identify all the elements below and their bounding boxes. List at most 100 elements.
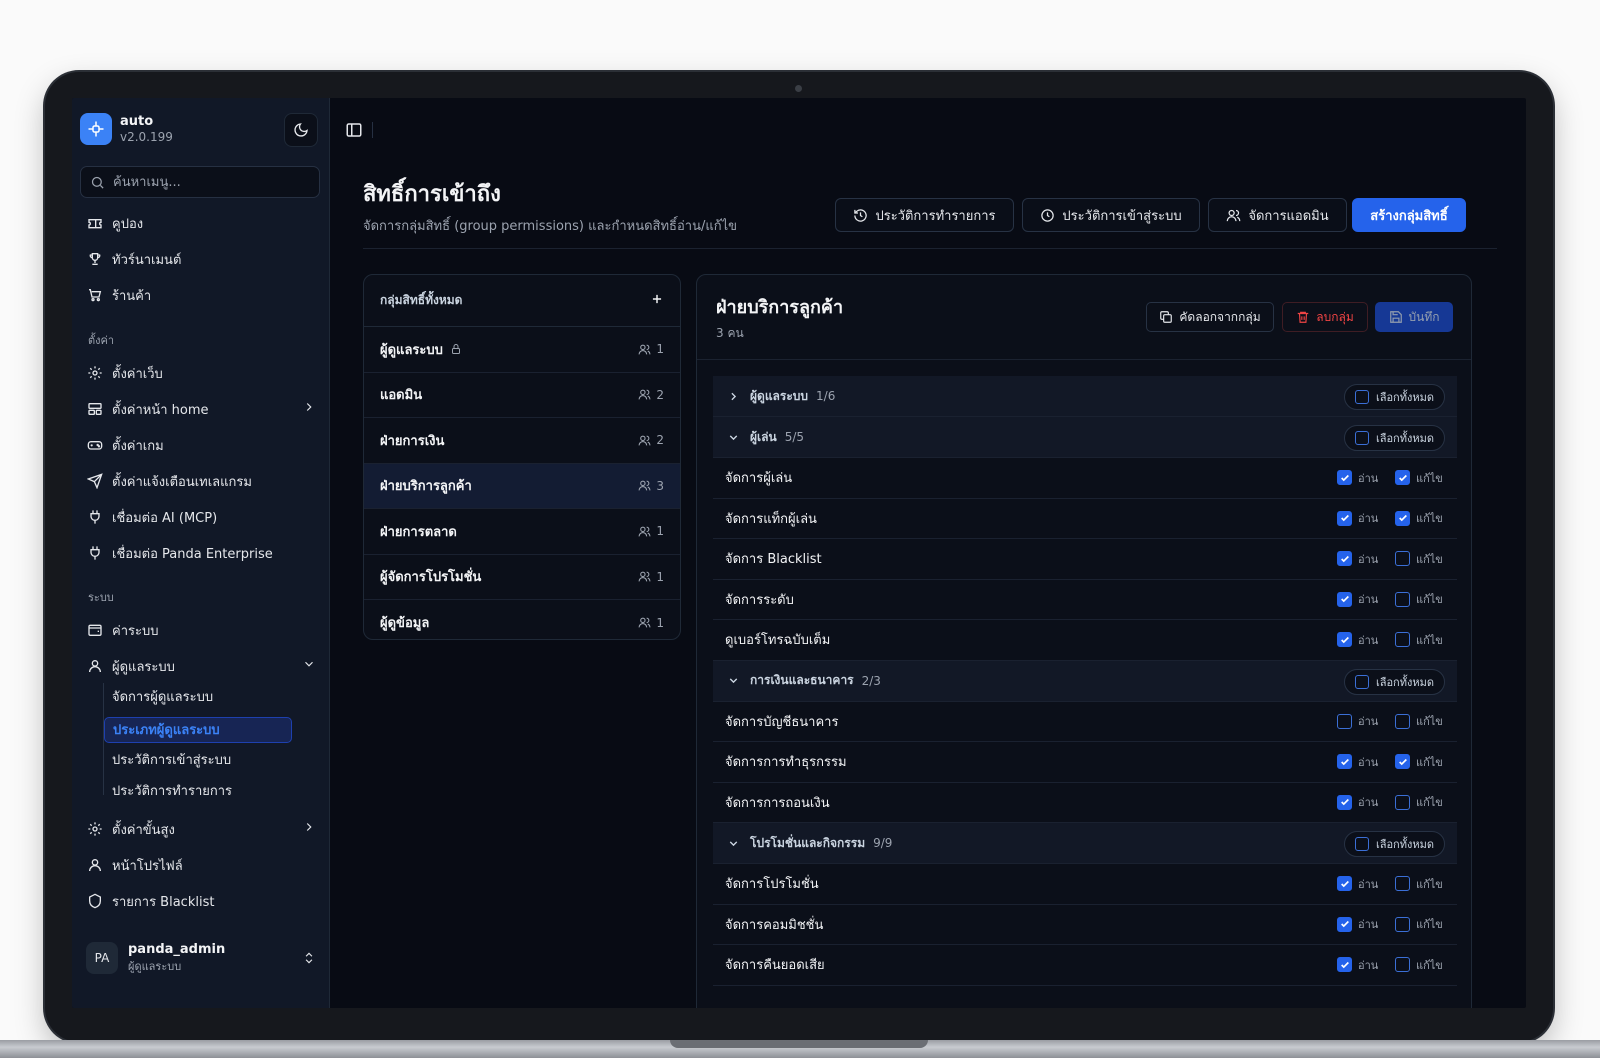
select-all-checkbox[interactable] — [1354, 390, 1369, 404]
read-toggle[interactable]: อ่าน — [1337, 753, 1378, 771]
read-checkbox[interactable] — [1337, 470, 1352, 486]
write-checkbox[interactable] — [1395, 754, 1410, 770]
read-toggle[interactable]: อ่าน — [1337, 712, 1378, 730]
read-checkbox[interactable] — [1337, 916, 1352, 932]
read-checkbox[interactable] — [1337, 713, 1352, 729]
write-checkbox[interactable] — [1395, 876, 1410, 892]
write-toggle[interactable]: แก้ไข — [1395, 875, 1443, 893]
read-toggle[interactable]: อ่าน — [1337, 469, 1378, 487]
write-checkbox[interactable] — [1395, 510, 1410, 526]
sidebar-item-blacklist[interactable]: รายการ Blacklist — [86, 889, 316, 913]
sidebar-subitem-login-history[interactable]: ประวัติการเข้าสู่ระบบ — [112, 748, 231, 774]
select-all-checkbox[interactable] — [1354, 674, 1369, 689]
select-all-checkbox[interactable] — [1354, 837, 1369, 851]
write-toggle[interactable]: แก้ไข — [1395, 590, 1443, 608]
write-checkbox[interactable] — [1395, 591, 1410, 607]
sidebar-subitem-manage-admins[interactable]: จัดการผู้ดูแลระบบ — [112, 685, 213, 711]
write-toggle[interactable]: แก้ไข — [1395, 469, 1443, 487]
read-checkbox[interactable] — [1337, 632, 1352, 648]
read-checkbox[interactable] — [1337, 591, 1352, 607]
write-label: แก้ไข — [1416, 755, 1443, 769]
group-row[interactable]: ฝ่ายบริการลูกค้า 3 — [364, 463, 680, 509]
user-menu[interactable]: PA panda_admin ผู้ดูแลระบบ — [86, 938, 316, 978]
write-checkbox[interactable] — [1395, 957, 1410, 973]
group-row[interactable]: ฝ่ายการเงิน 2 — [364, 418, 680, 464]
read-toggle[interactable]: อ่าน — [1337, 590, 1378, 608]
read-toggle[interactable]: อ่าน — [1337, 875, 1378, 893]
write-toggle[interactable]: แก้ไข — [1395, 712, 1443, 730]
sidebar-item-profile[interactable]: หน้าโปรไฟล์ — [86, 853, 316, 877]
sidebar-item-panda-enterprise[interactable]: เชื่อมต่อ Panda Enterprise — [86, 541, 316, 565]
read-checkbox[interactable] — [1337, 957, 1352, 973]
group-row[interactable]: ผู้ดูแลระบบ 1 — [364, 327, 680, 373]
write-checkbox[interactable] — [1395, 713, 1410, 729]
permission-row: จัดการคอมมิชชั่น อ่าน แก้ไข — [713, 905, 1457, 945]
login-history-button[interactable]: ประวัติการเข้าสู่ระบบ — [1022, 198, 1200, 232]
theme-toggle-button[interactable] — [284, 113, 318, 147]
manage-admins-button[interactable]: จัดการแอดมิน — [1208, 198, 1347, 232]
add-group-button[interactable] — [650, 291, 664, 310]
write-checkbox[interactable] — [1395, 632, 1410, 648]
sidebar-subitem-admin-types[interactable]: ประเภทผู้ดูแลระบบ — [104, 717, 292, 743]
clock-icon — [1040, 208, 1055, 223]
group-row[interactable]: ฝ่ายการตลาด 1 — [364, 509, 680, 555]
search-input[interactable] — [113, 174, 303, 190]
read-checkbox[interactable] — [1337, 510, 1352, 526]
sidebar-item-admins[interactable]: ผู้ดูแลระบบ — [86, 654, 316, 678]
select-all-button[interactable]: เลือกทั้งหมด — [1343, 384, 1445, 410]
write-checkbox[interactable] — [1395, 551, 1410, 567]
sidebar-item-advanced-settings[interactable]: ตั้งค่าขั้นสูง — [86, 817, 316, 841]
write-checkbox[interactable] — [1395, 470, 1410, 486]
read-checkbox[interactable] — [1337, 794, 1352, 810]
sidebar-item-ai-mcp[interactable]: เชื่อมต่อ AI (MCP) — [86, 505, 316, 529]
permission-row: จัดการคืนยอดเสีย อ่าน แก้ไข — [713, 945, 1457, 986]
read-toggle[interactable]: อ่าน — [1337, 631, 1378, 649]
group-row[interactable]: แอดมิน 2 — [364, 373, 680, 418]
write-toggle[interactable]: แก้ไข — [1395, 956, 1443, 974]
read-toggle[interactable]: อ่าน — [1337, 509, 1378, 527]
select-all-button[interactable]: เลือกทั้งหมด — [1343, 425, 1445, 451]
write-toggle[interactable]: แก้ไข — [1395, 509, 1443, 527]
read-toggle[interactable]: อ่าน — [1337, 793, 1378, 811]
sidebar-item-tournament[interactable]: ทัวร์นาเมนต์ — [86, 247, 316, 271]
group-row[interactable]: ผู้จัดการโปรโมชั่น 1 — [364, 555, 680, 600]
sidebar-item-game-settings[interactable]: ตั้งค่าเกม — [86, 433, 316, 457]
permission-category-row[interactable]: การเงินและธนาคาร 2/3 เลือกทั้งหมด — [713, 660, 1457, 702]
write-checkbox[interactable] — [1395, 916, 1410, 932]
read-toggle[interactable]: อ่าน — [1337, 956, 1378, 974]
sidebar-item-home-settings[interactable]: ตั้งค่าหน้า home — [86, 397, 316, 421]
transaction-history-button[interactable]: ประวัติการทำรายการ — [835, 198, 1014, 232]
write-toggle[interactable]: แก้ไข — [1395, 915, 1443, 933]
select-all-button[interactable]: เลือกทั้งหมด — [1343, 831, 1445, 857]
read-toggle[interactable]: อ่าน — [1337, 550, 1378, 568]
save-button[interactable]: บันทึก — [1375, 302, 1453, 332]
sidebar-item-web-settings[interactable]: ตั้งค่าเว็บ — [86, 361, 316, 385]
sidebar-toggle-button[interactable] — [340, 116, 368, 144]
read-checkbox[interactable] — [1337, 876, 1352, 892]
read-checkbox[interactable] — [1337, 754, 1352, 770]
copy-from-group-button[interactable]: คัดลอกจากกลุ่ม — [1146, 302, 1274, 332]
create-group-button[interactable]: สร้างกลุ่มสิทธิ์ — [1352, 198, 1466, 232]
select-all-checkbox[interactable] — [1354, 431, 1369, 445]
sidebar-item-telegram-settings[interactable]: ตั้งค่าแจ้งเตือนเทเลแกรม — [86, 469, 316, 493]
sidebar-item-shop[interactable]: ร้านค้า — [86, 283, 316, 307]
write-checkbox[interactable] — [1395, 794, 1410, 810]
permission-category-row[interactable]: ผู้ดูแลระบบ 1/6 เลือกทั้งหมด — [713, 376, 1457, 417]
group-row[interactable]: ผู้ดูข้อมูล 1 — [364, 600, 680, 639]
write-toggle[interactable]: แก้ไข — [1395, 550, 1443, 568]
sidebar-subitem-transaction-history[interactable]: ประวัติการทำรายการ — [112, 779, 232, 805]
write-toggle[interactable]: แก้ไข — [1395, 793, 1443, 811]
sidebar-item-coupon[interactable]: คูปอง — [86, 211, 316, 235]
write-toggle[interactable]: แก้ไข — [1395, 753, 1443, 771]
permission-category-row[interactable]: โปรโมชั่นและกิจกรรม 9/9 เลือกทั้งหมด — [713, 823, 1457, 864]
read-toggle[interactable]: อ่าน — [1337, 915, 1378, 933]
read-label: อ่าน — [1358, 877, 1379, 891]
permission-category-row[interactable]: ผู้เล่น 5/5 เลือกทั้งหมด — [713, 417, 1457, 458]
sidebar-item-system-values[interactable]: ค่าระบบ — [86, 618, 316, 642]
brand[interactable]: auto v2.0.199 — [80, 113, 173, 145]
menu-search[interactable] — [80, 166, 320, 198]
select-all-button[interactable]: เลือกทั้งหมด — [1343, 668, 1445, 695]
read-checkbox[interactable] — [1337, 551, 1352, 567]
write-toggle[interactable]: แก้ไข — [1395, 631, 1443, 649]
delete-group-button[interactable]: ลบกลุ่ม — [1282, 302, 1368, 332]
